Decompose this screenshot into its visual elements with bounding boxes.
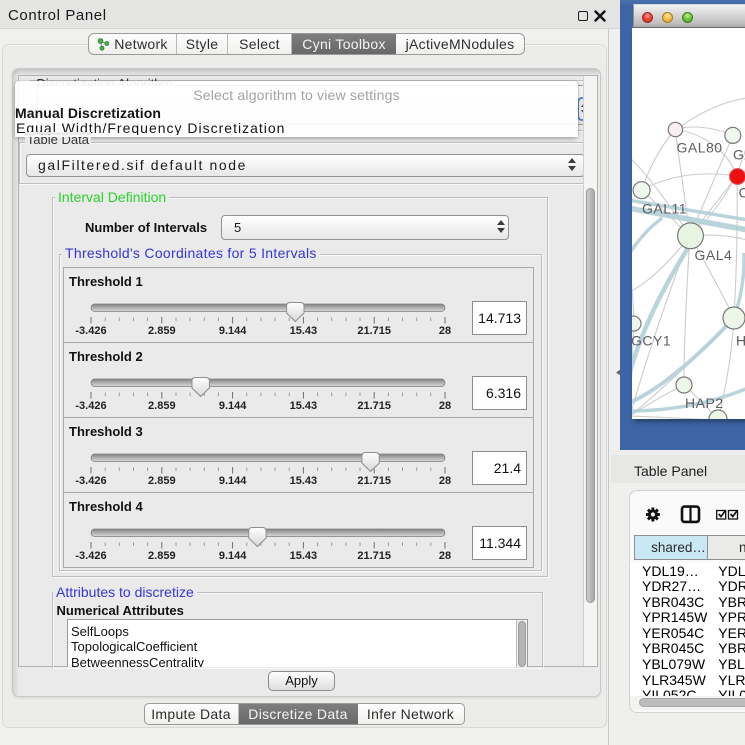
svg-text:H: H xyxy=(736,333,745,349)
svg-text:GAL4: GAL4 xyxy=(695,247,733,263)
svg-text:GAL11: GAL11 xyxy=(642,201,687,217)
svg-text:GA: GA xyxy=(733,147,745,163)
svg-text:GAL80: GAL80 xyxy=(677,140,723,156)
svg-text:GCY1: GCY1 xyxy=(632,333,671,349)
svg-text:C: C xyxy=(739,185,745,201)
svg-text:HAP2: HAP2 xyxy=(685,395,724,411)
